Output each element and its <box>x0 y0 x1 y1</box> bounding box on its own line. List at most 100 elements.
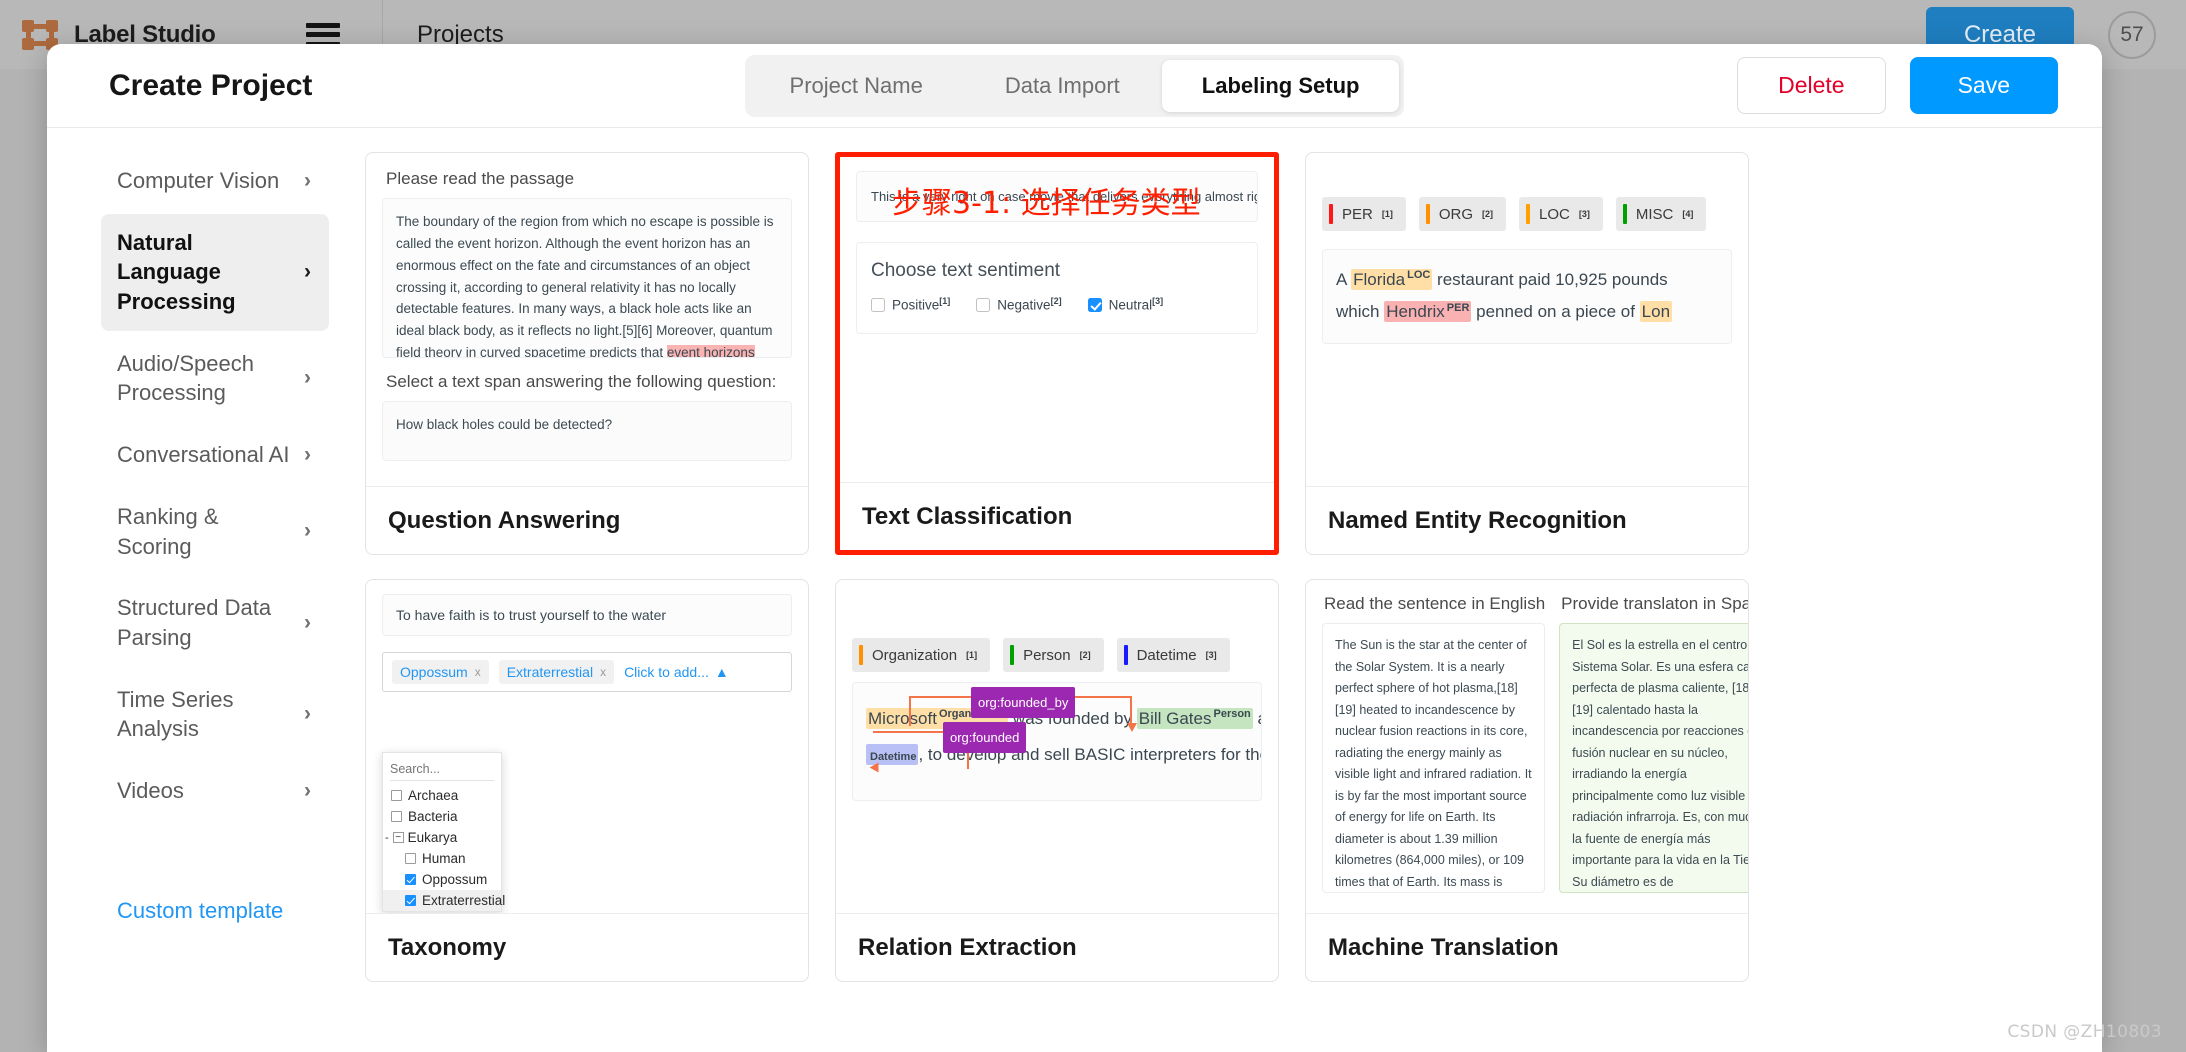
delete-button[interactable]: Delete <box>1737 57 1886 114</box>
dash-icon: - <box>385 831 389 844</box>
label-color-bar <box>1425 204 1430 224</box>
label-color-bar <box>859 645 863 665</box>
card-preview: Read the sentence in English The Sun is … <box>1306 580 1748 913</box>
sidebar-item-label: Computer Vision <box>117 168 280 193</box>
ner-label-chip-loc[interactable]: LOC [3] <box>1519 197 1603 231</box>
taxonomy-row-oppossum[interactable]: Oppossum <box>383 869 501 890</box>
checkbox-icon[interactable] <box>871 297 885 312</box>
taxonomy-dropdown[interactable]: Archaea Bacteria -−Eukarya Human Oppossu… <box>382 752 505 912</box>
tab-labeling-setup[interactable]: Labeling Setup <box>1161 59 1400 112</box>
taxonomy-search-input[interactable] <box>390 760 494 781</box>
sidebar-item-label: Videos <box>117 777 184 803</box>
re-entity-billgates: Bill Gates Person <box>1136 708 1253 729</box>
ner-entity-florida: Florida LOC <box>1351 269 1433 290</box>
tab-project-name[interactable]: Project Name <box>750 60 963 112</box>
tc-option-label: Positive <box>892 297 940 313</box>
mt-heading-spanish: Provide translaton in Spanish <box>1561 594 1748 613</box>
sidebar-item-audio-speech-processing[interactable]: Audio/Speech Processing › <box>101 335 329 422</box>
tag-label: Oppossum <box>400 664 468 680</box>
label-color-bar <box>1329 204 1333 224</box>
ner-label-chip-per[interactable]: PER [1] <box>1322 197 1406 231</box>
collapse-toggle-icon[interactable]: − <box>392 832 404 843</box>
taxonomy-row-extraterrestial[interactable]: Extraterrestial <box>383 890 505 911</box>
taxonomy-row-eukarya[interactable]: - − Eukarya <box>383 827 501 848</box>
row-label: Eukarya <box>407 830 458 845</box>
sidebar-item-videos[interactable]: Videos › <box>101 762 329 820</box>
checkbox-icon[interactable] <box>405 853 416 864</box>
template-card-taxonomy[interactable]: To have faith is to trust yourself to th… <box>365 579 809 982</box>
checkbox-checked-icon[interactable] <box>405 895 416 906</box>
sidebar-item-ranking-scoring[interactable]: Ranking & Scoring › <box>101 488 329 575</box>
checkbox-checked-icon[interactable] <box>1087 297 1102 312</box>
checkbox-icon[interactable] <box>391 811 402 822</box>
ner-label-chip-misc[interactable]: MISC [4] <box>1615 197 1707 231</box>
checkbox-icon[interactable] <box>976 297 991 312</box>
custom-template-link[interactable]: Custom template <box>101 898 329 924</box>
template-grid-wrap: Please read the passage The boundary of … <box>337 152 2102 1052</box>
mt-text-english: The Sun is the star at the center of the… <box>1322 623 1546 893</box>
checkbox-icon[interactable] <box>391 790 402 801</box>
tc-option-key: [1] <box>939 296 951 306</box>
qa-question-text: How black holes could be detected? <box>396 417 613 432</box>
qa-passage-box: The boundary of the region from which no… <box>382 198 792 358</box>
chip-key: [1] <box>1381 209 1393 219</box>
taxonomy-row-archaea[interactable]: Archaea <box>383 785 501 806</box>
row-label: Human <box>422 851 466 866</box>
re-label-chip-datetime[interactable]: Datetime [3] <box>1116 638 1230 672</box>
tc-option-positive[interactable]: Positive[1] <box>871 296 950 313</box>
chevron-right-icon: › <box>304 610 311 634</box>
template-card-relation-extraction[interactable]: Organization [1] Person [2] Datetime [3] Mi… <box>835 579 1279 982</box>
chip-label: LOC <box>1539 205 1570 223</box>
label-color-bar <box>1123 645 1128 665</box>
re-text-part: and Paul Allen on April 4, 1975 <box>1253 709 1262 728</box>
template-card-machine-translation[interactable]: Read the sentence in English The Sun is … <box>1305 579 1749 982</box>
chevron-right-icon: › <box>304 366 311 390</box>
taxonomy-select-field[interactable]: Oppossum x Extraterrestial x Click to add.… <box>382 652 792 692</box>
chip-key: [3] <box>1578 209 1590 219</box>
modal-body: Computer Vision › Natural Language Proce… <box>47 128 2102 1052</box>
hamburger-icon[interactable] <box>306 22 340 47</box>
save-button[interactable]: Save <box>1909 57 2058 114</box>
ner-label-chip-org[interactable]: ORG [2] <box>1418 197 1507 231</box>
taxonomy-row-bacteria[interactable]: Bacteria <box>383 806 501 827</box>
close-icon[interactable]: x <box>600 665 606 679</box>
relation-arrowhead-1 <box>1127 723 1137 732</box>
row-label: Extraterrestial <box>422 893 506 908</box>
sidebar-item-computer-vision[interactable]: Computer Vision › <box>101 152 329 210</box>
template-card-named-entity-recognition[interactable]: PER [1] ORG [2] LOC [3] MISC [4] A Florida LO… <box>1305 152 1749 555</box>
taxonomy-tag-oppossum[interactable]: Oppossum x <box>392 660 489 684</box>
sidebar-item-time-series-analysis[interactable]: Time Series Analysis › <box>101 671 329 758</box>
relation-arrowhead-2 <box>869 762 879 773</box>
mt-columns: Read the sentence in English The Sun is … <box>1322 594 1748 893</box>
relation-label-founded[interactable]: org:founded <box>943 722 1027 754</box>
user-count-badge[interactable]: 57 <box>2108 10 2156 59</box>
card-title: Machine Translation <box>1306 913 1748 981</box>
re-label-chips: Organization [1] Person [2] Datetime [3] <box>852 638 1262 672</box>
tc-question-panel: Choose text sentiment Positive[1] Negati… <box>856 242 1258 334</box>
relation-label-founded-by[interactable]: org:founded_by <box>971 687 1076 719</box>
ner-entity-text: Florida <box>1353 270 1406 289</box>
close-icon[interactable]: x <box>475 665 481 679</box>
modal-title: Create Project <box>109 68 313 102</box>
sidebar-item-conversational-ai[interactable]: Conversational AI › <box>101 426 329 484</box>
re-label-chip-person[interactable]: Person [2] <box>1003 638 1104 672</box>
sidebar-item-natural-language-processing[interactable]: Natural Language Processing › <box>101 213 329 331</box>
chip-key: [3] <box>1205 650 1217 660</box>
template-card-question-answering[interactable]: Please read the passage The boundary of … <box>365 152 809 555</box>
sidebar-item-label: Ranking & Scoring <box>117 503 219 559</box>
tab-data-import[interactable]: Data Import <box>965 60 1160 112</box>
sidebar-item-label: Audio/Speech Processing <box>117 350 254 406</box>
re-label-chip-organization[interactable]: Organization [1] <box>852 638 991 672</box>
tc-option-negative[interactable]: Negative[2] <box>976 296 1062 313</box>
mt-text-spanish: El Sol es la estrella en el centro del S… <box>1559 623 1748 893</box>
mt-column-english: Read the sentence in English The Sun is … <box>1322 594 1546 893</box>
taxonomy-row-human[interactable]: Human <box>383 848 501 869</box>
re-entity-tag: Person <box>1213 708 1251 721</box>
checkbox-checked-icon[interactable] <box>405 874 416 885</box>
chip-label: ORG <box>1438 205 1474 223</box>
card-title: Text Classification <box>840 482 1274 550</box>
taxonomy-tag-extraterrestial[interactable]: Extraterrestial x <box>498 660 615 684</box>
tc-option-neutral[interactable]: Neutral[3] <box>1087 296 1163 313</box>
taxonomy-add-trigger[interactable]: Click to add... ▲ <box>624 664 729 680</box>
sidebar-item-structured-data-parsing[interactable]: Structured Data Parsing › <box>101 579 329 666</box>
